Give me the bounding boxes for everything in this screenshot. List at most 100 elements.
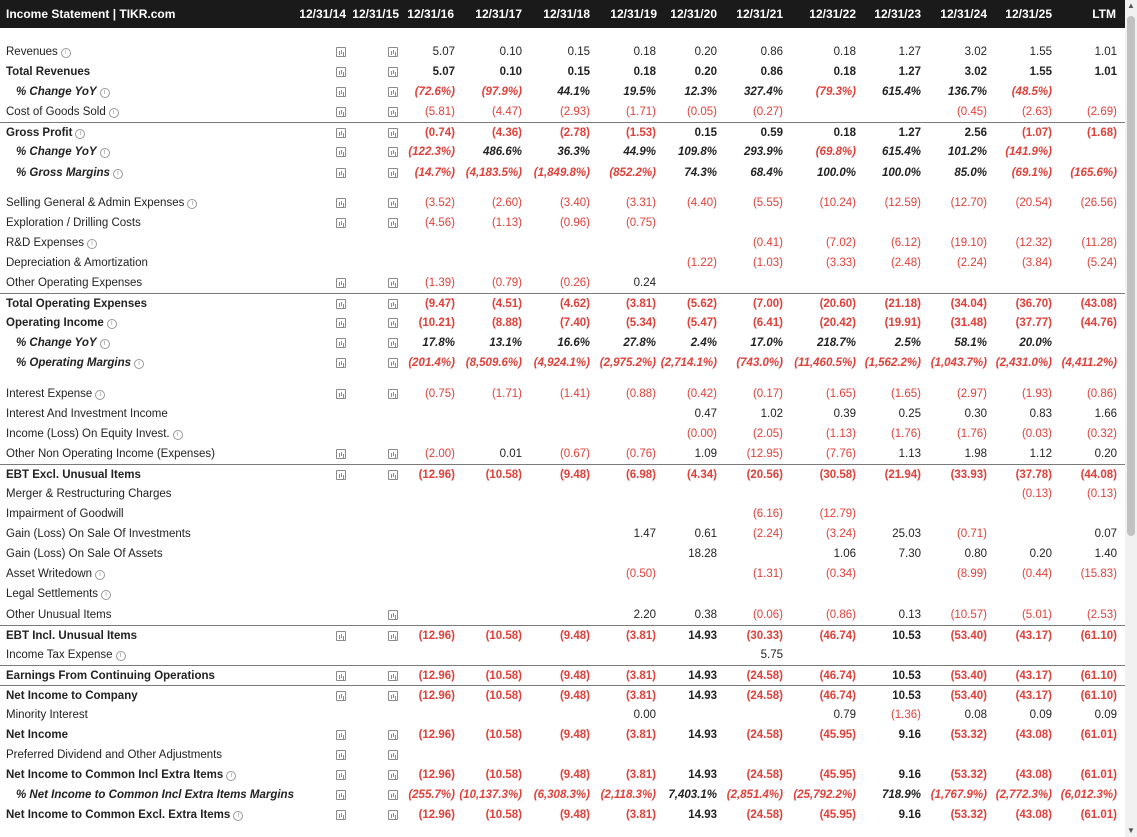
info-icon[interactable]: i — [99, 148, 110, 159]
bar-chart-icon[interactable] — [388, 278, 398, 289]
bar-chart-icon[interactable] — [388, 448, 398, 459]
column-header-12-31-17: 12/31/17 — [475, 7, 522, 21]
scroll-down-arrow-icon[interactable]: ▼ — [1125, 825, 1137, 837]
cell-value: 0.09 — [1094, 709, 1117, 721]
bar-chart-icon[interactable] — [388, 47, 398, 57]
bar-chart-icon[interactable] — [336, 318, 346, 329]
bar-chart-icon[interactable] — [388, 107, 398, 118]
cell-value: (30.33) — [746, 629, 783, 642]
vertical-scrollbar[interactable]: ▲ ▼ — [1125, 0, 1137, 837]
bar-chart-icon[interactable] — [388, 299, 398, 310]
bar-chart-icon[interactable] — [336, 630, 346, 641]
bar-chart-icon[interactable] — [388, 318, 398, 329]
bar-chart-icon[interactable] — [336, 690, 346, 701]
bar-chart-icon[interactable] — [336, 670, 346, 681]
bar-chart-icon[interactable] — [388, 67, 398, 78]
bar-chart-icon[interactable] — [336, 197, 346, 208]
bar-chart-icon[interactable] — [388, 358, 398, 369]
bar-chart-icon[interactable] — [336, 87, 346, 98]
info-icon[interactable]: i — [172, 429, 183, 440]
bar-chart-icon[interactable] — [388, 690, 398, 701]
cell-value: 44.9% — [623, 146, 656, 159]
bar-chart-icon[interactable] — [336, 338, 346, 349]
info-icon[interactable]: i — [134, 359, 145, 370]
scrollbar-thumb[interactable] — [1127, 16, 1135, 536]
bar-chart-icon[interactable] — [336, 810, 346, 821]
bar-chart-icon[interactable] — [336, 217, 346, 228]
bar-chart-icon[interactable] — [336, 167, 346, 178]
bar-chart-icon[interactable] — [388, 609, 398, 620]
row-label-text: % Operating Margins — [16, 357, 132, 370]
bar-chart-icon[interactable] — [388, 197, 398, 208]
bar-chart-icon[interactable] — [388, 147, 398, 158]
bar-chart-icon[interactable] — [336, 128, 346, 139]
cell-value: (3.33) — [825, 256, 856, 269]
info-icon[interactable]: i — [115, 650, 126, 661]
bar-chart-icon[interactable] — [336, 147, 346, 158]
bar-chart-icon[interactable] — [388, 670, 398, 681]
info-icon[interactable]: i — [101, 590, 112, 601]
info-icon[interactable]: i — [95, 570, 106, 581]
bar-chart-icon[interactable] — [336, 67, 346, 78]
bar-chart-icon[interactable] — [388, 810, 398, 821]
bar-chart-icon[interactable] — [336, 107, 346, 118]
bar-chart-icon[interactable] — [388, 388, 398, 399]
bar-chart-icon[interactable] — [388, 730, 398, 741]
row-label-text: EBT Excl. Unusual Items — [6, 468, 141, 481]
bar-chart-icon[interactable] — [336, 358, 346, 369]
info-icon[interactable]: i — [60, 48, 71, 58]
row-label: % Change YoY i — [6, 86, 110, 99]
cell-value: (0.06) — [752, 608, 783, 621]
row-label-text: % Change YoY — [16, 146, 97, 159]
info-icon[interactable]: i — [106, 319, 117, 330]
cell-value: 100.0% — [881, 166, 921, 179]
cell-value: 1.12 — [1029, 447, 1052, 460]
bar-chart-icon[interactable] — [388, 217, 398, 228]
info-icon[interactable]: i — [108, 108, 119, 119]
cell-value: (3.52) — [424, 196, 455, 209]
bar-chart-icon[interactable] — [336, 278, 346, 289]
info-icon[interactable]: i — [75, 129, 86, 140]
bar-chart-icon[interactable] — [388, 128, 398, 139]
bar-chart-icon[interactable] — [388, 630, 398, 641]
bar-chart-icon[interactable] — [388, 469, 398, 480]
info-icon[interactable]: i — [233, 811, 244, 822]
cell-value: (5.34) — [625, 317, 656, 330]
bar-chart-icon[interactable] — [336, 770, 346, 781]
bar-chart-icon[interactable] — [336, 730, 346, 741]
cell-value: 14.93 — [688, 729, 717, 742]
bar-chart-icon[interactable] — [388, 338, 398, 349]
bar-chart-icon[interactable] — [336, 790, 346, 801]
info-icon[interactable]: i — [99, 88, 110, 99]
info-icon[interactable]: i — [99, 339, 110, 350]
info-icon[interactable]: i — [226, 771, 237, 782]
bar-chart-icon[interactable] — [388, 750, 398, 761]
row-label: Net Income — [6, 729, 68, 741]
bar-chart-icon[interactable] — [336, 448, 346, 459]
cell-value: 36.3% — [557, 146, 590, 159]
scroll-up-arrow-icon[interactable]: ▲ — [1125, 0, 1137, 12]
info-icon[interactable]: i — [187, 198, 198, 209]
cell-value: 0.00 — [633, 709, 656, 721]
bar-chart-icon[interactable] — [388, 770, 398, 781]
info-icon[interactable]: i — [112, 168, 123, 179]
bar-chart-icon[interactable] — [336, 469, 346, 480]
bar-chart-icon[interactable] — [388, 87, 398, 98]
cell-value: (33.93) — [950, 468, 987, 481]
cell-value: (743.0%) — [736, 357, 783, 370]
cell-value: (10.57) — [950, 608, 987, 621]
row-label-text: Net Income — [6, 729, 68, 742]
bar-chart-icon[interactable] — [336, 47, 346, 57]
bar-chart-icon[interactable] — [388, 167, 398, 178]
info-icon[interactable]: i — [95, 389, 106, 400]
cell-value: (1.03) — [752, 256, 783, 269]
cell-value: (3.81) — [625, 809, 656, 822]
info-icon[interactable]: i — [86, 238, 97, 249]
cell-value: (61.10) — [1080, 669, 1117, 682]
bar-chart-icon[interactable] — [388, 790, 398, 801]
cell-value: 44.1% — [557, 86, 590, 99]
bar-chart-icon[interactable] — [336, 299, 346, 310]
cell-value: 19.5% — [623, 86, 656, 99]
bar-chart-icon[interactable] — [336, 388, 346, 399]
bar-chart-icon[interactable] — [336, 750, 346, 761]
